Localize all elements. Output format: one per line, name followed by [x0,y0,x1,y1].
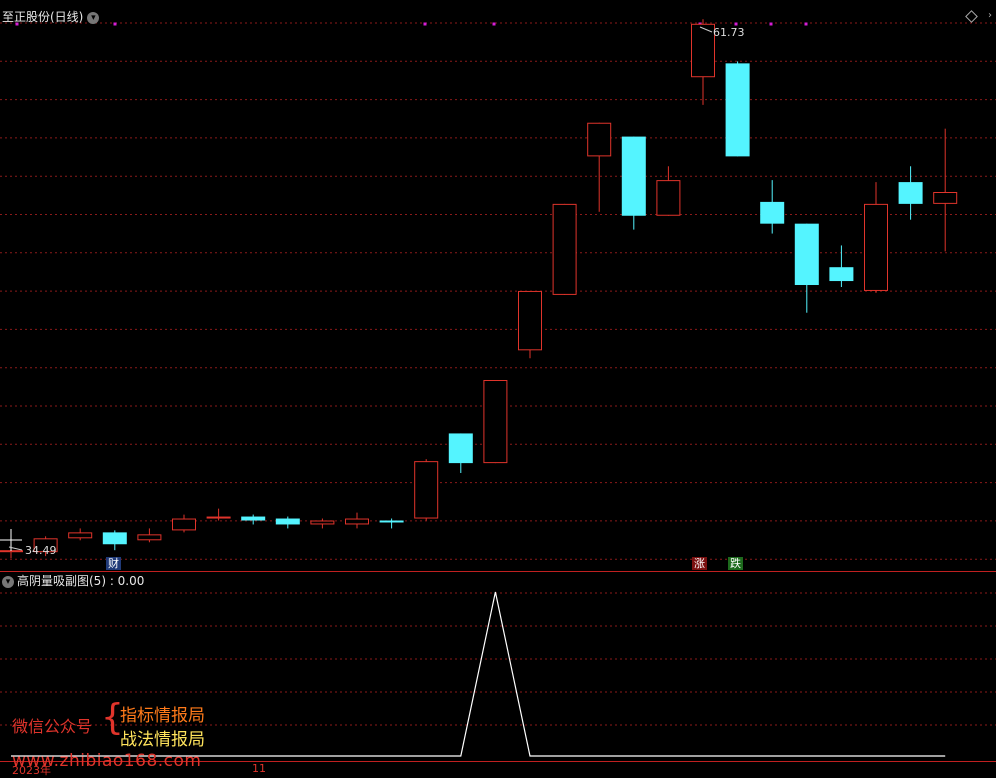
low-price-label: 34.49 [25,544,57,557]
candle-body [102,532,127,545]
watermark-line1: 指标情报局 [120,706,205,726]
indicator-title: ▾ 高阴量吸副图(5) : 0.00 [2,572,144,589]
candle-body [241,516,266,521]
candle-body [621,136,646,216]
candle-body [310,520,335,525]
candle-body [587,122,612,157]
chevron-down-icon[interactable]: ▾ [87,11,100,24]
candle-body [933,192,958,204]
signal-marker [423,22,427,26]
watermark-line2: 战法情报局 [120,730,205,750]
candle-body [864,203,888,291]
signal-marker [113,22,117,26]
candle-body [829,267,854,282]
chart-title-text: 至正股份(日线) [2,10,84,24]
candle-body [275,518,300,525]
candle-body [68,532,93,539]
rise-badge[interactable]: 涨 [692,557,707,570]
candle-body [794,223,819,286]
finance-badge[interactable]: 财 [106,557,121,570]
signal-marker [492,22,496,26]
candle-body [206,516,231,519]
candlestick-chart [0,19,996,762]
candle-body [691,23,715,78]
candle-body [656,180,681,216]
candle-body [725,63,750,157]
indicator-title-text: 高阴量吸副图(5) : 0.00 [17,574,145,588]
candle-body [137,534,162,541]
candle-body [448,433,473,464]
candle-body [518,290,542,351]
candle-body [345,518,369,525]
candle-body [483,380,508,464]
chevron-down-icon[interactable]: ▾ [2,575,14,588]
fall-badge[interactable]: 跌 [728,557,743,570]
watermark-wechat: 微信公众号 [12,717,93,736]
date-axis-month: 11 [252,762,266,775]
candle-body [172,518,196,531]
chevron-right-icon[interactable]: › [988,10,992,21]
candle-body [552,203,577,295]
candle-body [379,520,404,523]
candle-body [898,182,923,204]
candle-body [414,461,439,519]
candle-body [760,201,785,224]
chart-title: 至正股份(日线) ▾ [2,8,100,25]
high-price-label: 61.73 [713,26,745,39]
signal-marker [769,22,773,26]
signal-marker [804,22,808,26]
